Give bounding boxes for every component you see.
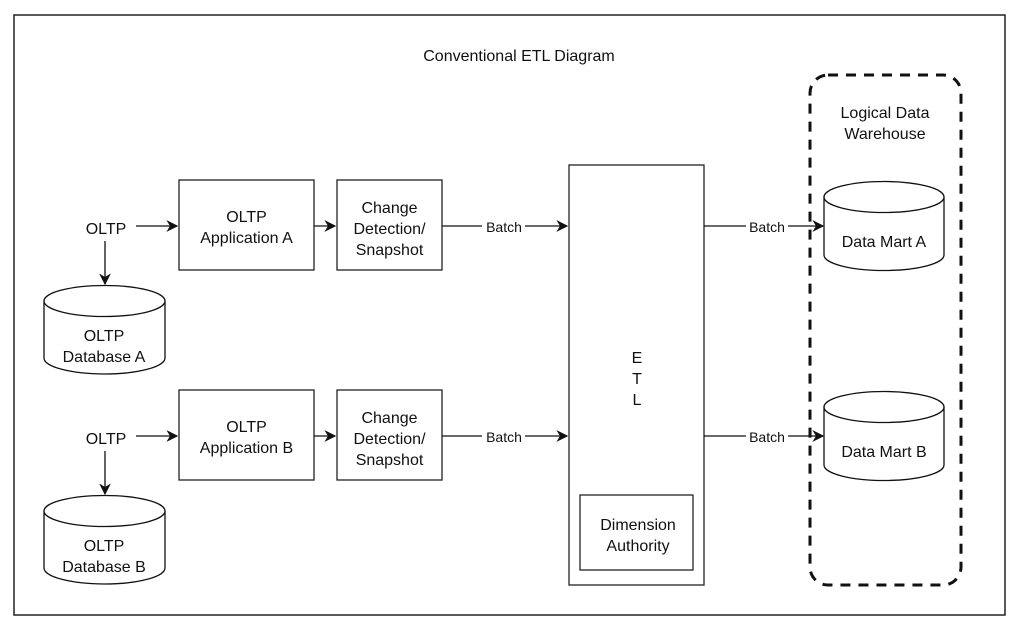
- change-detection-a-label-1: Change: [361, 200, 417, 217]
- etl-diagram: Conventional ETL Diagram OLTP OLTP Datab…: [13, 14, 1006, 616]
- change-detection-b-label-3: Snapshot: [356, 452, 424, 469]
- data-mart-a: Data Mart A: [823, 180, 945, 272]
- etl-letter-e: E: [632, 350, 643, 367]
- warehouse-label-2: Warehouse: [844, 126, 925, 143]
- dimension-authority-label-1: Dimension: [600, 517, 676, 534]
- data-mart-a-label: Data Mart A: [842, 234, 927, 251]
- dimension-authority-label-2: Authority: [606, 538, 669, 555]
- change-detection-b-label-2: Detection/: [353, 431, 426, 448]
- database-b: OLTP Database B: [43, 494, 166, 585]
- data-mart-b: Data Mart B: [823, 390, 945, 482]
- application-b-label-2: Application B: [200, 440, 293, 457]
- etl-letter-l: L: [633, 392, 642, 409]
- etl-block: E T L Dimension Authority: [568, 164, 705, 586]
- oltp-label-a: OLTP: [86, 221, 127, 238]
- diagram-title: Conventional ETL Diagram: [423, 48, 615, 65]
- change-detection-a-label-2: Detection/: [353, 221, 426, 238]
- database-a-label-1: OLTP: [84, 328, 125, 345]
- application-a-label-2: Application A: [200, 230, 293, 247]
- database-b-label-2: Database B: [62, 559, 146, 576]
- etl-letter-t: T: [632, 371, 642, 388]
- oltp-label-b: OLTP: [86, 431, 127, 448]
- database-a: OLTP Database A: [43, 284, 166, 375]
- warehouse-label-1: Logical Data: [841, 105, 930, 122]
- application-a-label-1: OLTP: [226, 209, 267, 226]
- change-detection-a-label-3: Snapshot: [356, 242, 424, 259]
- database-a-label-2: Database A: [63, 349, 146, 366]
- data-mart-b-label: Data Mart B: [841, 444, 926, 461]
- change-detection-b-label-1: Change: [361, 410, 417, 427]
- batch-label-mart-b: Batch: [749, 429, 785, 445]
- batch-label-a: Batch: [486, 219, 522, 235]
- database-b-label-1: OLTP: [84, 538, 125, 555]
- batch-label-mart-a: Batch: [749, 219, 785, 235]
- batch-label-b: Batch: [486, 429, 522, 445]
- application-b-label-1: OLTP: [226, 419, 267, 436]
